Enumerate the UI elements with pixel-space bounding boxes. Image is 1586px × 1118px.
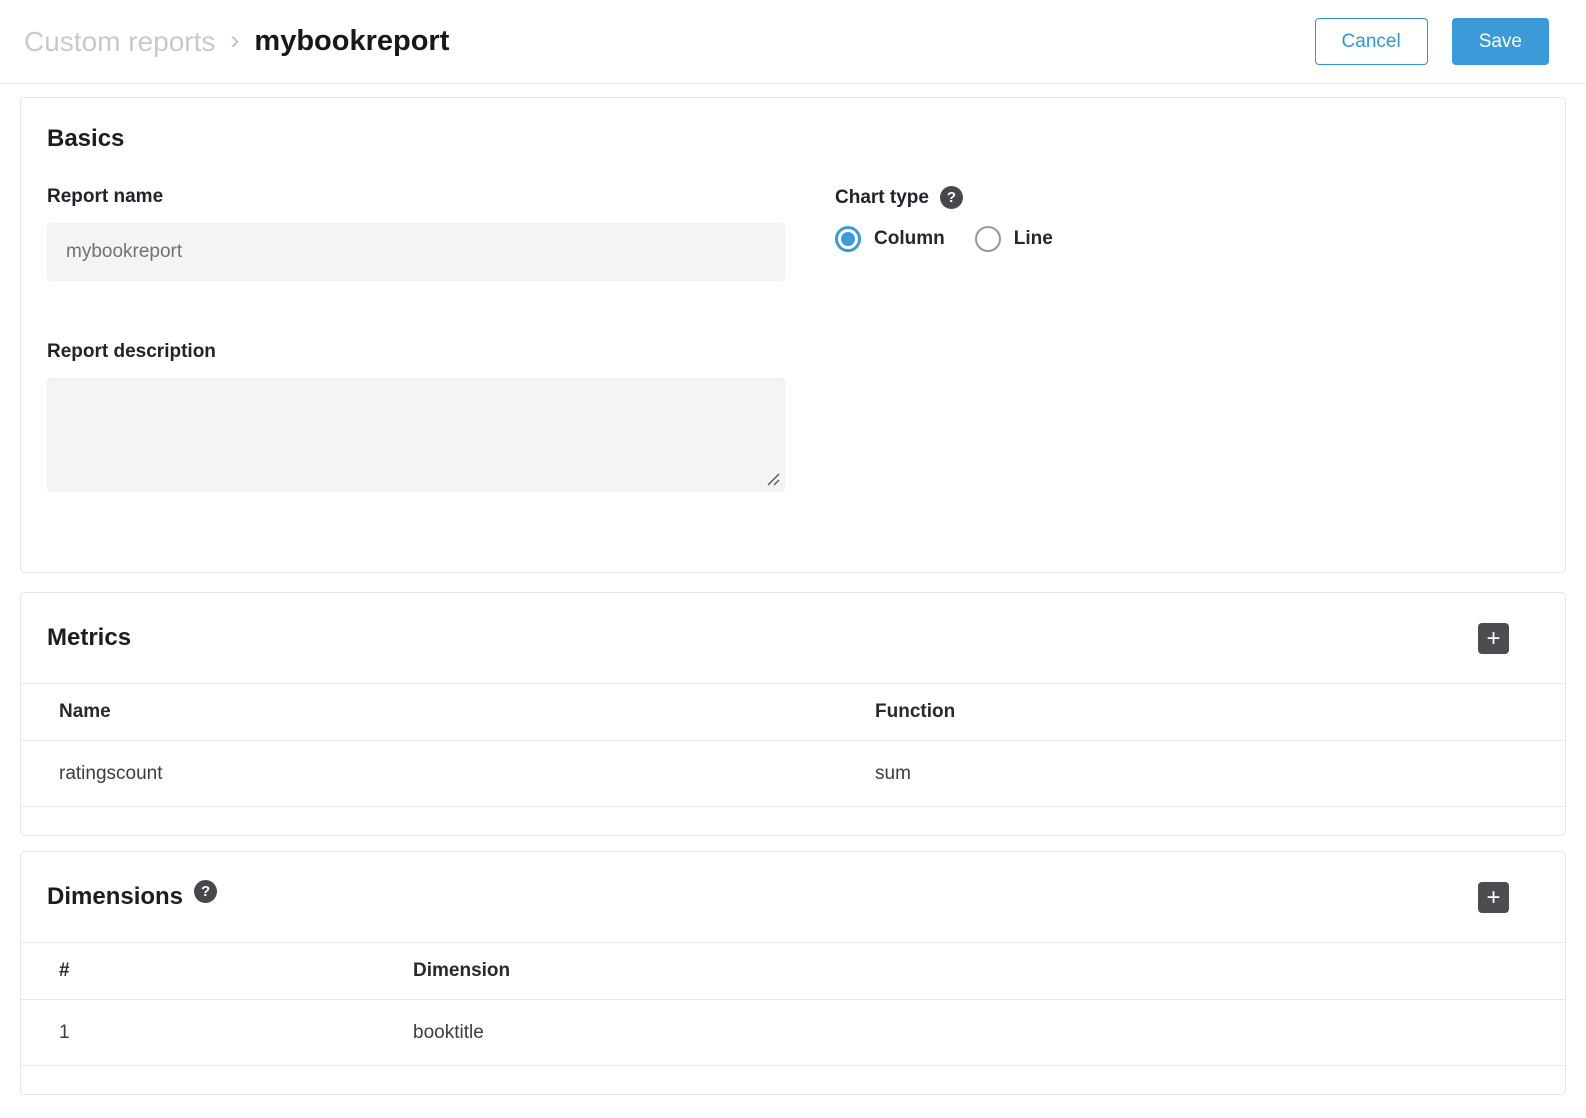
save-button[interactable]: Save [1452, 18, 1549, 65]
radio-column-icon[interactable] [835, 226, 861, 252]
dimension-name-cell: booktitle [413, 1022, 1565, 1044]
table-row[interactable]: 1 booktitle [21, 1000, 1565, 1066]
dimension-index-cell: 1 [59, 1022, 413, 1044]
top-bar: Custom reports › mybookreport Cancel Sav… [0, 0, 1586, 84]
metrics-col-function: Function [875, 701, 1565, 723]
dimensions-col-dimension: Dimension [413, 960, 1565, 982]
dimensions-col-index: # [59, 960, 413, 982]
dimensions-table: # Dimension 1 booktitle [21, 943, 1565, 1094]
metric-function-cell: sum [875, 763, 1565, 785]
breadcrumb-parent-link[interactable]: Custom reports [24, 26, 215, 58]
chart-type-label: Chart type [835, 187, 929, 209]
report-name-label: Report name [47, 186, 785, 208]
metrics-title-wrap: Metrics [47, 624, 131, 652]
report-name-input[interactable] [47, 223, 785, 281]
report-description-group: Report description [47, 341, 785, 492]
report-description-textarea[interactable] [47, 378, 785, 492]
chart-type-label-row: Chart type ? [835, 186, 1053, 209]
chart-type-help-icon[interactable]: ? [940, 186, 963, 209]
metrics-table: Name Function ratingscount sum [21, 684, 1565, 835]
metrics-header: Metrics + [21, 593, 1565, 684]
metrics-table-header: Name Function [21, 684, 1565, 741]
basics-left-column: Report name Report description [47, 186, 785, 492]
basics-grid: Report name Report description Chart typ… [47, 186, 1539, 492]
basics-right-column: Chart type ? Column Line [835, 186, 1053, 492]
metrics-card: Metrics + Name Function ratingscount sum [20, 592, 1566, 836]
report-description-label: Report description [47, 341, 785, 363]
basics-card: Basics Report name Report description Ch… [20, 97, 1566, 573]
dimensions-header: Dimensions ? + [21, 852, 1565, 943]
chart-type-option-line[interactable]: Line [975, 226, 1053, 252]
breadcrumb: Custom reports › mybookreport [24, 25, 449, 59]
report-description-wrap [47, 378, 785, 492]
breadcrumb-current: mybookreport [254, 25, 449, 58]
dimensions-card: Dimensions ? + # Dimension 1 booktitle [20, 851, 1566, 1095]
chart-type-option-column[interactable]: Column [835, 226, 945, 252]
report-name-group: Report name [47, 186, 785, 281]
add-dimension-button[interactable]: + [1478, 882, 1509, 913]
metrics-title: Metrics [47, 624, 131, 652]
add-metric-button[interactable]: + [1478, 623, 1509, 654]
dimensions-help-icon[interactable]: ? [194, 880, 217, 903]
dimensions-title: Dimensions [47, 883, 183, 911]
chevron-right-icon: › [230, 25, 239, 59]
header-actions: Cancel Save [1315, 18, 1549, 65]
basics-title: Basics [47, 125, 1539, 153]
chart-type-options: Column Line [835, 226, 1053, 252]
cancel-button[interactable]: Cancel [1315, 18, 1428, 65]
metric-name-cell: ratingscount [59, 763, 875, 785]
metrics-col-name: Name [59, 701, 875, 723]
radio-line-icon[interactable] [975, 226, 1001, 252]
dimensions-title-wrap: Dimensions ? [47, 883, 217, 911]
table-row[interactable]: ratingscount sum [21, 741, 1565, 807]
radio-column-label: Column [874, 228, 945, 250]
radio-line-label: Line [1014, 228, 1053, 250]
dimensions-table-header: # Dimension [21, 943, 1565, 1000]
